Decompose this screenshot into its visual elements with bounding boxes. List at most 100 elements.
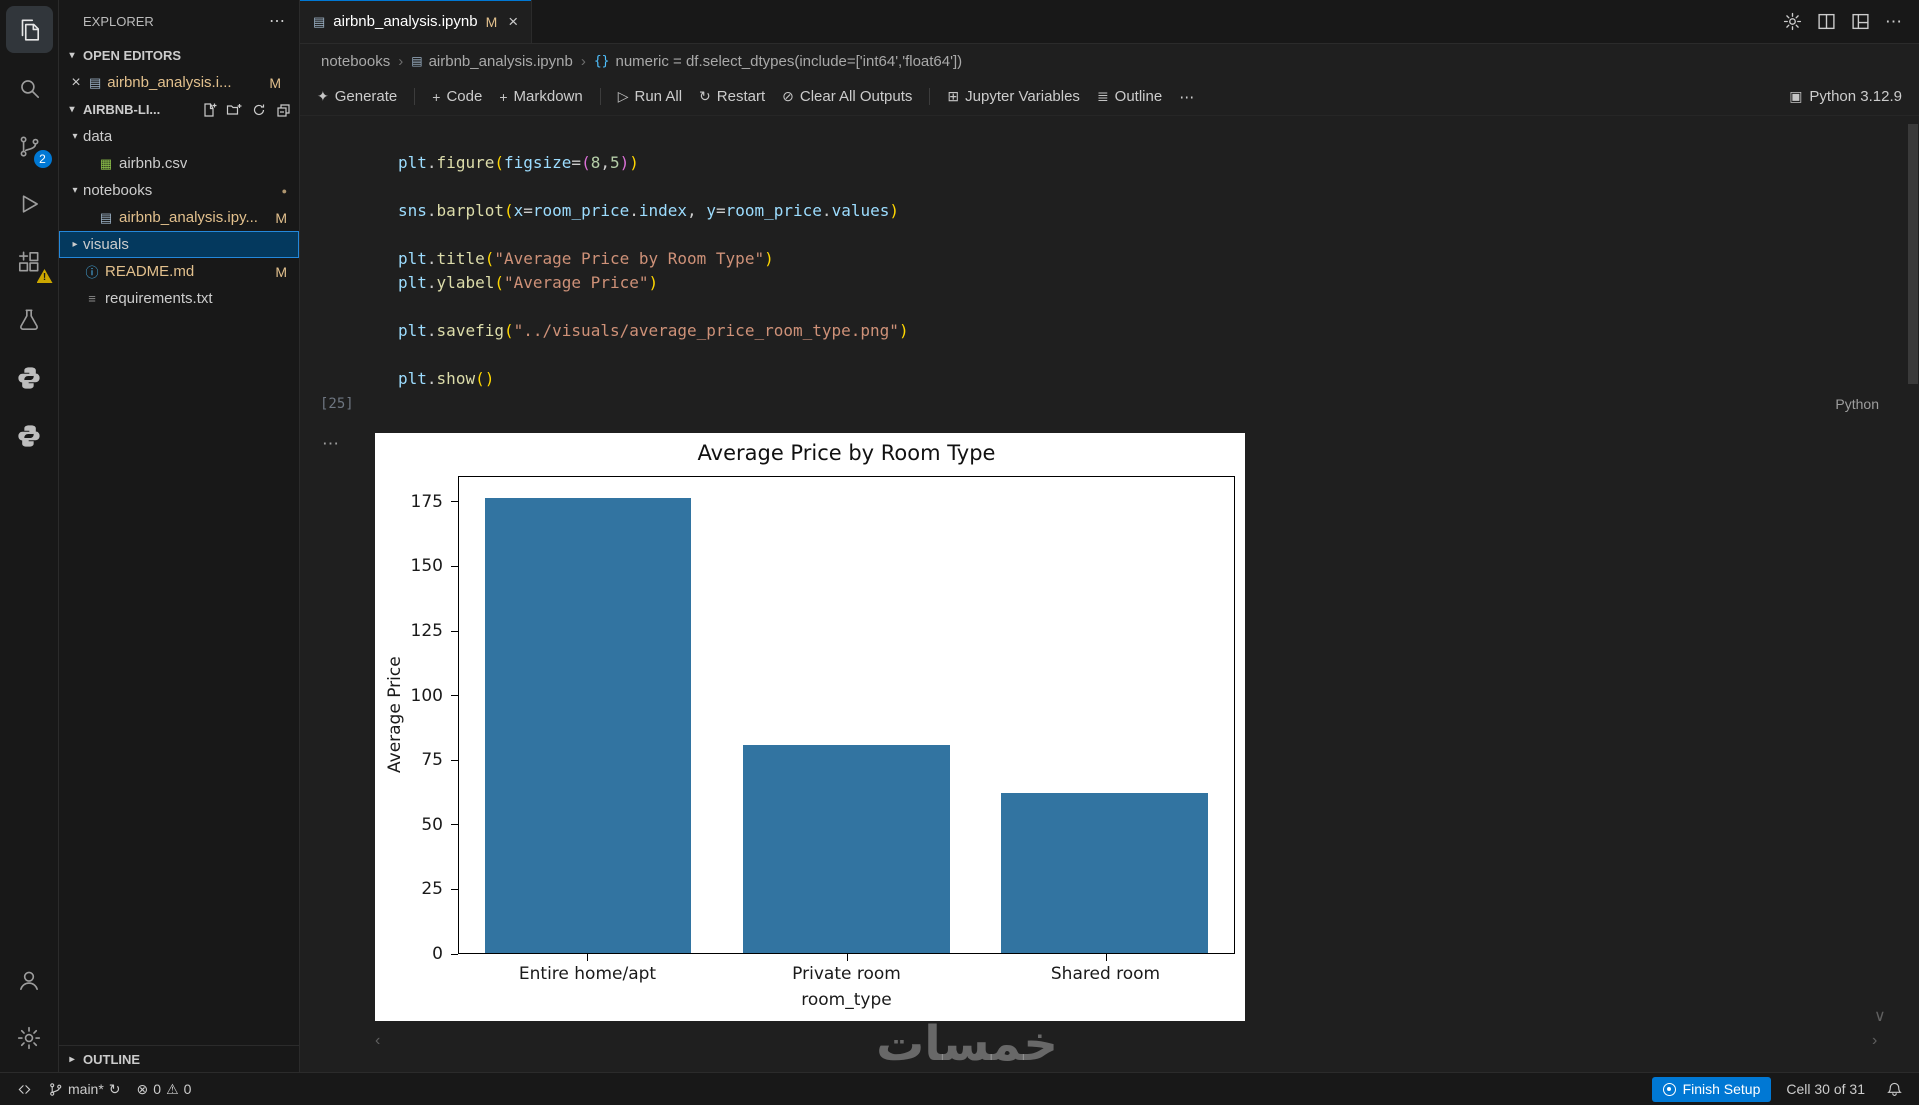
refresh-explorer-icon[interactable]	[251, 102, 267, 118]
sparkle-icon: ✦	[317, 88, 329, 104]
search-icon[interactable]	[6, 64, 53, 111]
close-icon[interactable]: ×	[69, 74, 83, 92]
notebook-file-icon: ▤	[99, 209, 113, 225]
git-branch-item[interactable]: main* ↻	[41, 1073, 128, 1105]
tree-item-airbnb-csv[interactable]: ▦ airbnb.csv	[59, 150, 299, 177]
code-line[interactable]: plt.ylabel("Average Price")	[398, 271, 909, 295]
error-icon: ⊗	[136, 1080, 149, 1097]
tree-item-notebooks[interactable]: ▾ notebooks ●	[59, 177, 299, 204]
cell-code[interactable]: plt.figure(figsize=(8,5)) sns.barplot(x=…	[398, 151, 909, 391]
restart-kernel-button[interactable]: ↻ Restart	[699, 88, 765, 105]
bar-slot	[717, 477, 975, 953]
notifications-bell[interactable]	[1880, 1073, 1909, 1105]
run-settings-gear-icon[interactable]	[1783, 12, 1802, 31]
run-all-button[interactable]: ▷ Run All	[618, 88, 682, 105]
chart-plot	[458, 476, 1235, 954]
workspace-header[interactable]: ▾ AIRBNB-LI...	[59, 96, 299, 123]
code-line[interactable]	[398, 343, 909, 367]
python-environments-icon[interactable]	[6, 412, 53, 459]
plus-icon: +	[499, 88, 508, 105]
code-line[interactable]: plt.title("Average Price by Room Type")	[398, 247, 909, 271]
explorer-icon[interactable]	[5, 6, 53, 53]
more-actions-icon[interactable]: ⋯	[269, 11, 285, 31]
sync-icon: ↻	[108, 1080, 121, 1097]
chevron-down-icon: ▾	[69, 50, 75, 61]
settings-gear-icon[interactable]	[6, 1014, 53, 1061]
more-actions-icon[interactable]: ⋯	[1885, 12, 1902, 32]
kernel-picker[interactable]: ▣ Python 3.12.9	[1789, 88, 1902, 105]
code-line[interactable]	[398, 175, 909, 199]
outline-header[interactable]: ▸ OUTLINE	[59, 1045, 299, 1072]
open-editor-label: airbnb_analysis.i...	[107, 74, 232, 91]
run-debug-icon[interactable]	[6, 180, 53, 227]
testing-icon[interactable]	[6, 296, 53, 343]
x-tick-mark	[1105, 954, 1107, 961]
split-editor-icon[interactable]	[1817, 12, 1836, 31]
workspace-label: AIRBNB-LI...	[83, 102, 161, 117]
chevron-right-icon: ▸	[72, 239, 78, 250]
chart-bar-private-room	[743, 744, 950, 953]
file-tree: ▾ data ▦ airbnb.csv ▾ notebooks ● ▤ airbnb_ana…	[59, 123, 299, 312]
problems-item[interactable]: ⊗ 0 ⚠ 0	[130, 1073, 199, 1105]
cell-language-picker[interactable]: Python	[1835, 396, 1879, 412]
source-control-icon[interactable]: 2	[6, 122, 53, 169]
account-icon[interactable]	[6, 956, 53, 1003]
extensions-icon[interactable]: !	[6, 238, 53, 285]
code-line[interactable]: plt.show()	[398, 367, 909, 391]
tree-item-readme-md[interactable]: ⓘ README.md M	[59, 258, 299, 285]
bar-slot	[976, 477, 1234, 953]
tree-item-data[interactable]: ▾ data	[59, 123, 299, 150]
collapse-folders-icon[interactable]	[276, 102, 292, 118]
python-icon[interactable]	[6, 354, 53, 401]
toolbar-more-button[interactable]: ⋯	[1179, 88, 1194, 106]
y-tick-label: 100	[410, 685, 443, 706]
editor-scrollbar[interactable]	[1908, 124, 1918, 384]
customize-layout-icon[interactable]	[1851, 12, 1870, 31]
code-line[interactable]: plt.savefig("../visuals/average_price_ro…	[398, 319, 909, 343]
modified-dot-icon: ●	[281, 185, 287, 196]
remote-indicator[interactable]	[10, 1073, 39, 1105]
git-modified-badge: M	[275, 263, 287, 280]
output-menu-icon[interactable]: ⋯	[322, 434, 339, 454]
add-code-cell-button[interactable]: + Code	[432, 88, 482, 105]
new-folder-icon[interactable]	[226, 102, 242, 118]
notebook-content: plt.figure(figsize=(8,5)) sns.barplot(x=…	[300, 116, 1919, 1072]
finish-setup-icon	[1662, 1082, 1676, 1096]
tree-item-requirements-txt[interactable]: ≡ requirements.txt	[59, 285, 299, 312]
tab-airbnb-analysis[interactable]: ▤ airbnb_analysis.ipynb M ×	[300, 0, 533, 43]
plus-icon: +	[432, 88, 441, 105]
y-tick-label: 125	[410, 621, 443, 642]
code-line[interactable]	[398, 223, 909, 247]
execution-count: [25]	[320, 396, 354, 412]
y-tick-mark	[451, 824, 458, 826]
tree-item-label: airbnb.csv	[119, 155, 188, 172]
close-icon[interactable]: ×	[508, 12, 518, 32]
cell-position-indicator[interactable]: Cell 30 of 31	[1779, 1073, 1872, 1105]
breadcrumb-notebooks[interactable]: notebooks	[321, 53, 390, 70]
breadcrumb-separator: ›	[580, 52, 586, 70]
add-markdown-cell-button[interactable]: + Markdown	[499, 88, 582, 105]
breadcrumb: notebooks › ▤ airbnb_analysis.ipynb › {}…	[300, 44, 1919, 78]
tree-item-airbnb-analysis-ipy[interactable]: ▤ airbnb_analysis.ipy... M	[59, 204, 299, 231]
notebook-file-icon: ▤	[411, 54, 423, 68]
code-line[interactable]: sns.barplot(x=room_price.index, y=room_p…	[398, 199, 909, 223]
jupyter-variables-button[interactable]: ⊞ Jupyter Variables	[947, 88, 1080, 105]
breadcrumb-cell[interactable]: {} numeric = df.select_dtypes(include=['…	[594, 53, 962, 70]
code-line[interactable]: plt.figure(figsize=(8,5))	[398, 151, 909, 175]
chevron-right-icon[interactable]: ›	[1872, 1032, 1877, 1050]
finish-setup-button[interactable]: Finish Setup	[1651, 1076, 1772, 1102]
chevron-down-icon[interactable]: ∨	[1874, 1006, 1886, 1026]
breadcrumb-file[interactable]: ▤ airbnb_analysis.ipynb	[411, 53, 573, 70]
generate-button[interactable]: ✦ Generate	[317, 88, 397, 105]
new-file-icon[interactable]	[201, 102, 217, 118]
code-line[interactable]	[398, 295, 909, 319]
open-editor-item[interactable]: × ▤ airbnb_analysis.i... M	[59, 69, 299, 96]
chart-bar-shared-room	[1001, 793, 1209, 953]
tree-item-visuals[interactable]: ▸ visuals	[59, 231, 299, 258]
clear-all-outputs-button[interactable]: ⊘ Clear All Outputs	[782, 88, 912, 105]
chevron-left-icon[interactable]: ‹	[375, 1032, 380, 1050]
outline-button[interactable]: ≣ Outline	[1097, 88, 1162, 105]
open-editors-header[interactable]: ▾ OPEN EDITORS	[59, 42, 299, 69]
